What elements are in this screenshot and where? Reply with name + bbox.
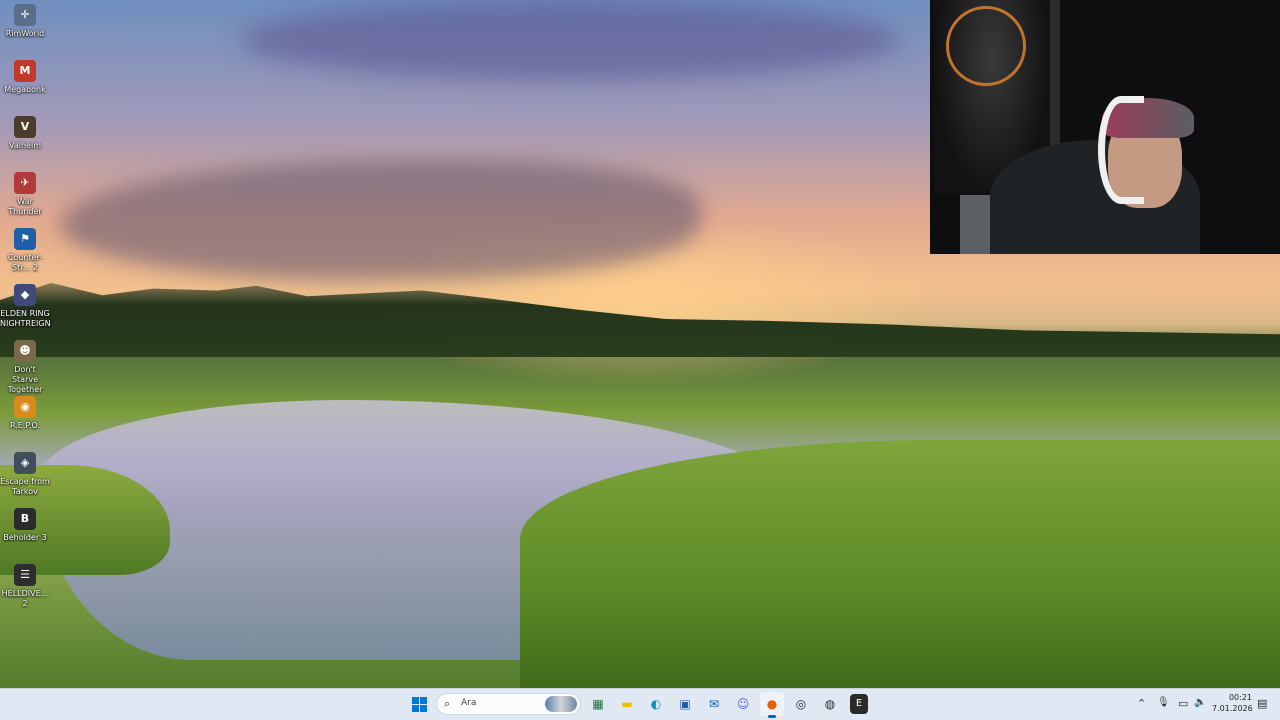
search-highlight-image [545,696,577,712]
wallpaper-cloud [240,0,900,80]
wallpaper-cloud [60,160,700,280]
desktop-icon-label: Escape from Tarkov [0,477,50,496]
helldivers-icon: ☰ [14,564,36,586]
desktop-icon-repo[interactable]: ◉ R.E.P.O. [0,396,50,431]
app-icon: ▦ [592,697,604,711]
taskbar-firefox[interactable]: ● [760,692,784,718]
epic-games-icon: E [855,698,863,709]
tray-overflow-chevron-icon[interactable]: ⌃ [1137,697,1146,710]
beholder-icon: B [14,508,36,530]
desktop-icon-beholder[interactable]: B Beholder 3 [0,508,50,543]
taskbar-clock[interactable]: 00:21 7.01.2026 [1212,692,1253,714]
desktop-icon-label: Counter-Str... 2 [7,253,43,272]
taskbar-discord[interactable]: ☺ [731,692,755,716]
desktop-icon-label: Megabonk [4,85,46,94]
taskbar-epic-games[interactable]: E [850,694,868,714]
taskbar-file-explorer[interactable]: ▬ [615,692,639,716]
notification-icon[interactable]: ▤ [1257,697,1267,710]
webcam-overlay [930,0,1280,254]
desktop-icon-label: R.E.P.O. [9,421,41,430]
desktop-icon-counter-strike[interactable]: ⚑ Counter-Str... 2 [0,228,50,273]
desktop-icon-helldivers[interactable]: ☰ HELLDIVE... 2 [0,564,50,609]
wallpaper-grass [520,440,1280,688]
tarkov-icon: ◈ [14,452,36,474]
desktop-icon-label: War Thunder [8,197,42,216]
search-placeholder: Ara [461,698,477,708]
repo-icon: ◉ [14,396,36,418]
desktop-icon-label: Don't Starve Together [7,365,43,394]
edge-icon: ◐ [650,697,662,711]
clock-time: 00:21 [1228,693,1252,702]
webcam-headphones [1098,96,1144,204]
webcam-tapestry-emblem [946,6,1026,86]
discord-icon: ☺ [736,697,750,711]
microphone-icon[interactable]: 🎙 [1157,697,1170,708]
taskbar-edge[interactable]: ◐ [644,692,668,716]
valheim-icon: V [14,116,36,138]
obs-icon: ◍ [824,697,836,711]
steam-icon: ◎ [795,697,807,711]
desktop-icon-megabonk[interactable]: M Megabonk [0,60,50,95]
rimworld-icon: ✛ [14,4,36,26]
store-icon: ▣ [679,697,691,711]
network-icon[interactable]: ▭ [1178,697,1188,710]
dont-starve-icon: ☻ [14,340,36,362]
mail-icon: ✉ [708,697,720,711]
desktop-icon-elden-ring[interactable]: ◆ ELDEN RING NIGHTREIGN [0,284,51,329]
desktop-icon-rimworld[interactable]: ✛ RimWorld [0,4,50,39]
folder-icon: ▬ [621,697,633,711]
search-icon: ⌕ [444,697,451,710]
start-button[interactable] [407,692,431,716]
desktop-icon-label: ELDEN RING NIGHTREIGN [0,309,51,328]
desktop-icon-tarkov[interactable]: ◈ Escape from Tarkov [0,452,50,497]
clock-date: 7.01.2026 [1212,704,1253,713]
firefox-icon: ● [766,697,778,711]
desktop-icon-label: Valheim [9,141,41,150]
taskbar [0,688,1280,720]
desktop-icon-dont-starve[interactable]: ☻ Don't Starve Together [0,340,50,395]
desktop-icon-label: RimWorld [5,29,45,38]
taskbar-steam[interactable]: ◎ [789,692,813,716]
volume-icon[interactable]: 🔈 [1194,697,1206,708]
taskbar-outlook[interactable]: ✉ [702,692,726,716]
desktop-icon-label: Beholder 3 [3,533,47,542]
elden-ring-icon: ◆ [14,284,36,306]
desktop-icon-valheim[interactable]: V Valheim [0,116,50,151]
windows-icon [411,697,427,712]
desktop-icon-label: HELLDIVE... 2 [1,589,49,608]
taskbar-store[interactable]: ▣ [673,692,697,716]
counter-strike-icon: ⚑ [14,228,36,250]
taskbar-obs[interactable]: ◍ [818,692,842,716]
wallpaper-treeline [0,282,1280,357]
taskbar-app-1[interactable]: ▦ [586,692,610,716]
taskbar-search[interactable]: ⌕ Ara [436,693,581,715]
war-thunder-icon: ✈ [14,172,36,194]
megabonk-icon: M [14,60,36,82]
desktop-icon-war-thunder[interactable]: ✈ War Thunder [0,172,50,217]
